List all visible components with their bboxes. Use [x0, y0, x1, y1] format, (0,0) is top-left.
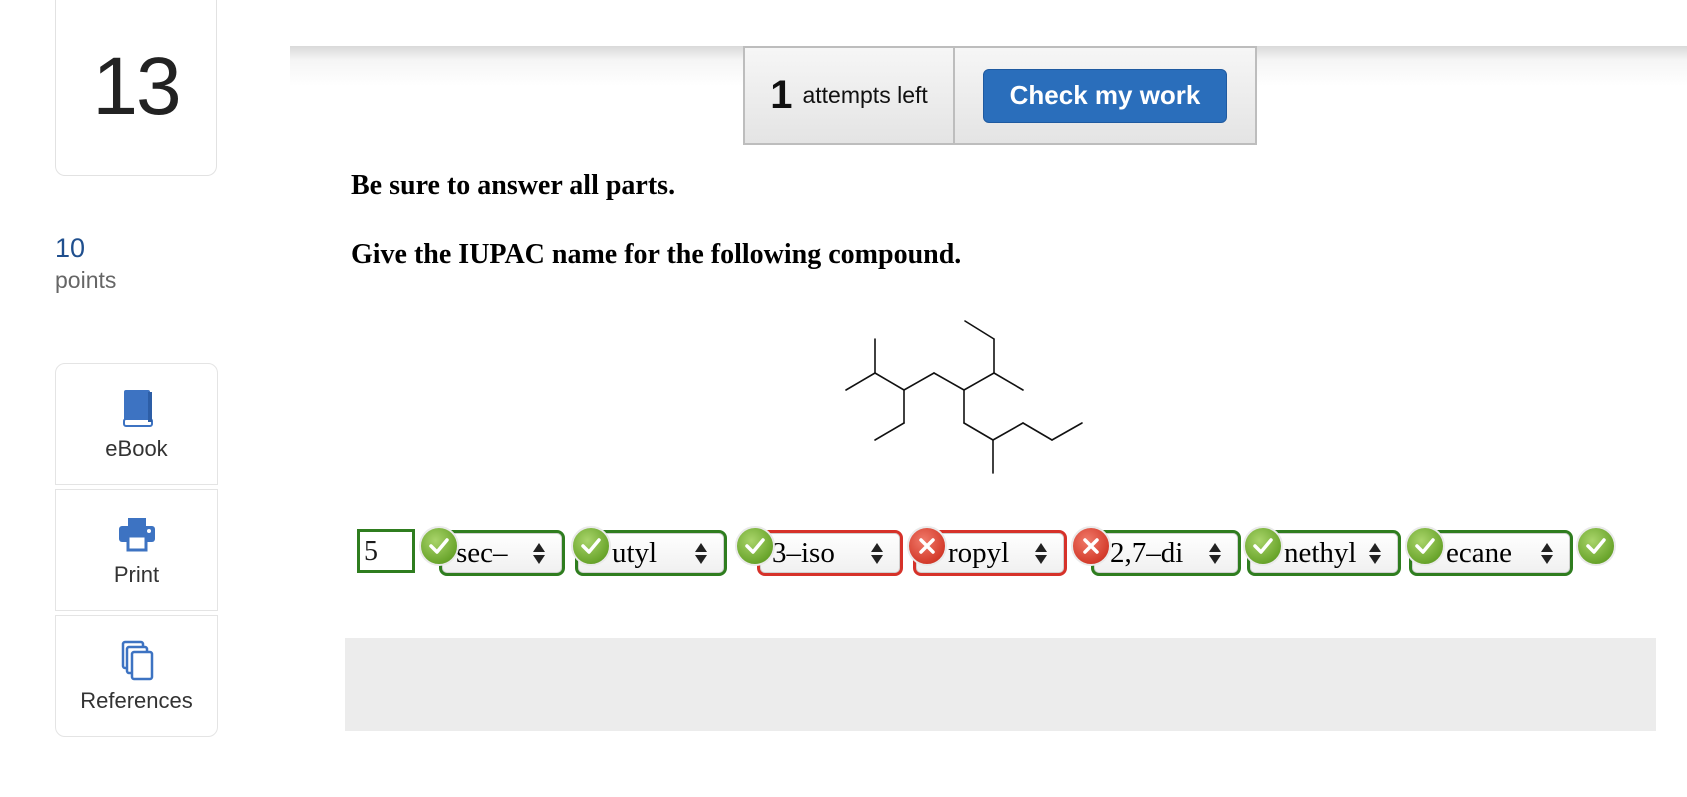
select-arrows-icon — [1362, 542, 1388, 564]
locant-input[interactable]: 5 — [357, 529, 415, 573]
substituent-select-1[interactable]: sec– — [439, 530, 565, 576]
references-label: References — [80, 688, 193, 713]
question-prompt: Give the IUPAC name for the following co… — [351, 239, 962, 270]
question-number: 13 — [92, 40, 181, 132]
correct-check-icon — [1576, 526, 1616, 566]
select-arrows-icon — [1028, 542, 1054, 564]
book-icon — [122, 390, 153, 427]
ebook-label: eBook — [105, 436, 168, 461]
attempts-indicator: 1 attempts left — [743, 46, 955, 145]
copy-documents-icon — [121, 640, 153, 681]
instruction-answer-all: Be sure to answer all parts. — [351, 170, 676, 201]
references-button[interactable]: References — [55, 615, 218, 737]
check-my-work-button[interactable]: Check my work — [983, 68, 1227, 123]
points-info: 10 points — [55, 232, 116, 296]
correct-check-icon — [735, 526, 775, 566]
attempts-count: 1 — [770, 73, 793, 117]
substituent-select-5[interactable]: 2,7–di — [1091, 530, 1241, 576]
compound-structure — [845, 320, 1083, 474]
select-arrows-icon — [688, 542, 714, 564]
incorrect-x-icon — [1071, 526, 1111, 566]
points-value: 10 — [55, 233, 86, 263]
substituent-select-3[interactable]: 3–iso — [757, 530, 903, 576]
correct-check-icon — [571, 526, 611, 566]
ebook-button[interactable]: eBook — [55, 363, 218, 485]
check-work-container: Check my work — [955, 46, 1257, 145]
select-arrows-icon — [1534, 542, 1560, 564]
attempts-text: attempts left — [802, 82, 928, 108]
points-label: points — [55, 267, 117, 293]
select-arrows-icon — [864, 542, 890, 564]
select-arrows-icon — [526, 542, 552, 564]
feedback-panel — [345, 638, 1656, 731]
print-label: Print — [113, 562, 160, 587]
print-button[interactable]: Print — [55, 489, 218, 611]
correct-check-icon — [1405, 526, 1445, 566]
correct-check-icon — [1243, 526, 1283, 566]
question-number-card: 13 — [55, 0, 217, 176]
select-arrows-icon — [1202, 542, 1228, 564]
incorrect-x-icon — [907, 526, 947, 566]
printer-icon — [118, 518, 155, 552]
correct-check-icon — [419, 526, 459, 566]
